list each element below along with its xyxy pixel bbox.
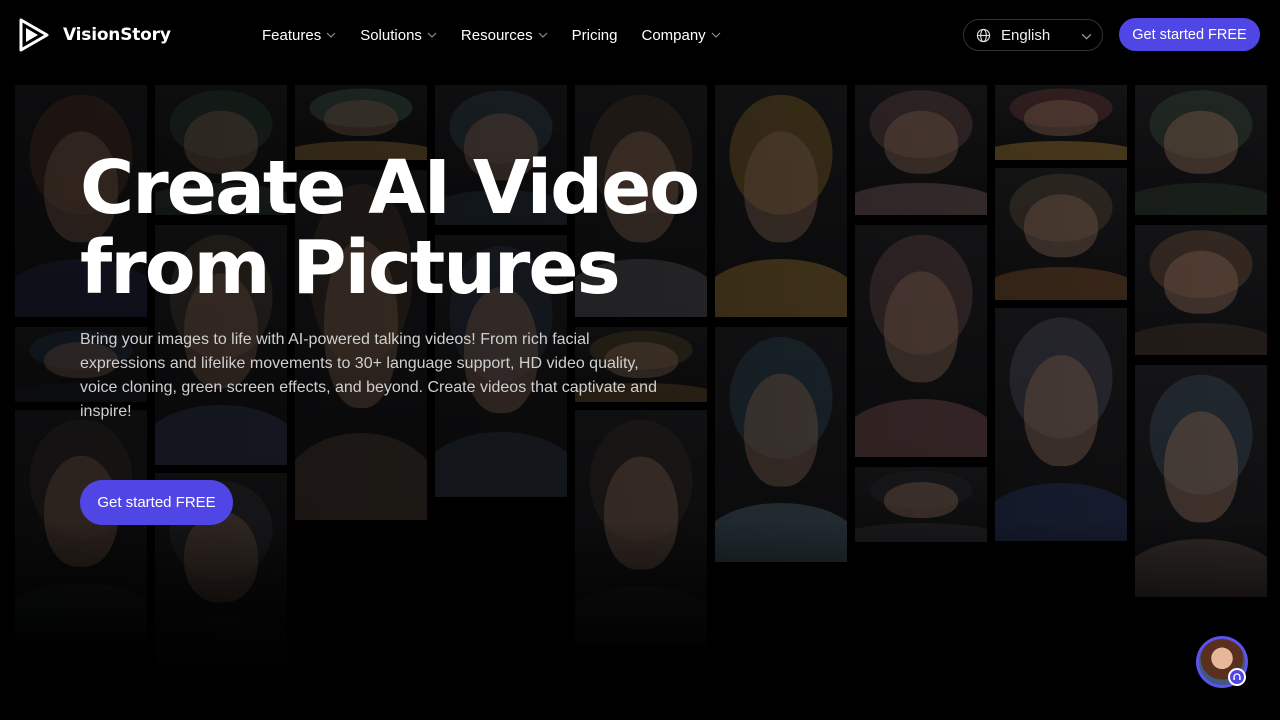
headset-icon bbox=[1228, 668, 1246, 686]
globe-icon bbox=[976, 28, 991, 42]
portrait-tile bbox=[995, 308, 1127, 541]
nav-item-label: Resources bbox=[460, 26, 533, 44]
chevron-down-icon bbox=[1081, 33, 1092, 40]
portrait-tile bbox=[855, 467, 987, 542]
main-nav: Features Solutions Resources Pricing Com… bbox=[262, 24, 745, 46]
nav-item-resources[interactable]: Resources bbox=[461, 24, 548, 46]
portrait-tile bbox=[995, 168, 1127, 300]
brand-logo[interactable]: VisionStory bbox=[19, 18, 171, 52]
portrait-tile bbox=[855, 225, 987, 457]
chevron-down-icon bbox=[538, 32, 548, 38]
nav-item-label: Pricing bbox=[571, 26, 618, 44]
get-started-header-button[interactable]: Get started FREE bbox=[1119, 18, 1260, 51]
support-chat-widget[interactable] bbox=[1196, 636, 1248, 688]
nav-item-pricing[interactable]: Pricing bbox=[572, 24, 618, 46]
language-selector[interactable]: English bbox=[963, 19, 1103, 51]
hero-title: Create AI Video from Pictures bbox=[80, 148, 780, 308]
portrait-tile bbox=[1135, 365, 1267, 597]
chevron-down-icon bbox=[427, 32, 437, 38]
site-header: VisionStory Features Solutions Resources… bbox=[0, 0, 1280, 70]
get-started-hero-button[interactable]: Get started FREE bbox=[80, 480, 233, 525]
brand-name: VisionStory bbox=[63, 25, 171, 45]
hero-title-line1: Create AI Video bbox=[80, 145, 700, 231]
portrait-tile bbox=[15, 410, 147, 640]
nav-item-features[interactable]: Features bbox=[262, 24, 336, 46]
language-selected: English bbox=[1001, 26, 1051, 44]
nav-item-solutions[interactable]: Solutions bbox=[360, 24, 437, 46]
hero-description: Bring your images to life with AI-powere… bbox=[80, 331, 657, 420]
portrait-tile bbox=[855, 85, 987, 215]
portrait-tile bbox=[715, 327, 847, 562]
portrait-tile bbox=[1135, 85, 1267, 215]
nav-item-company[interactable]: Company bbox=[641, 24, 721, 46]
logo-play-icon bbox=[19, 18, 49, 52]
portrait-tile bbox=[1135, 225, 1267, 355]
chevron-down-icon bbox=[711, 32, 721, 38]
nav-item-label: Features bbox=[262, 26, 322, 44]
portrait-tile bbox=[575, 410, 707, 645]
hero-title-line2: from Pictures bbox=[80, 225, 621, 311]
nav-item-label: Company bbox=[641, 26, 706, 44]
portrait-tile bbox=[995, 85, 1127, 160]
nav-item-label: Solutions bbox=[360, 26, 422, 44]
chevron-down-icon bbox=[326, 32, 336, 38]
